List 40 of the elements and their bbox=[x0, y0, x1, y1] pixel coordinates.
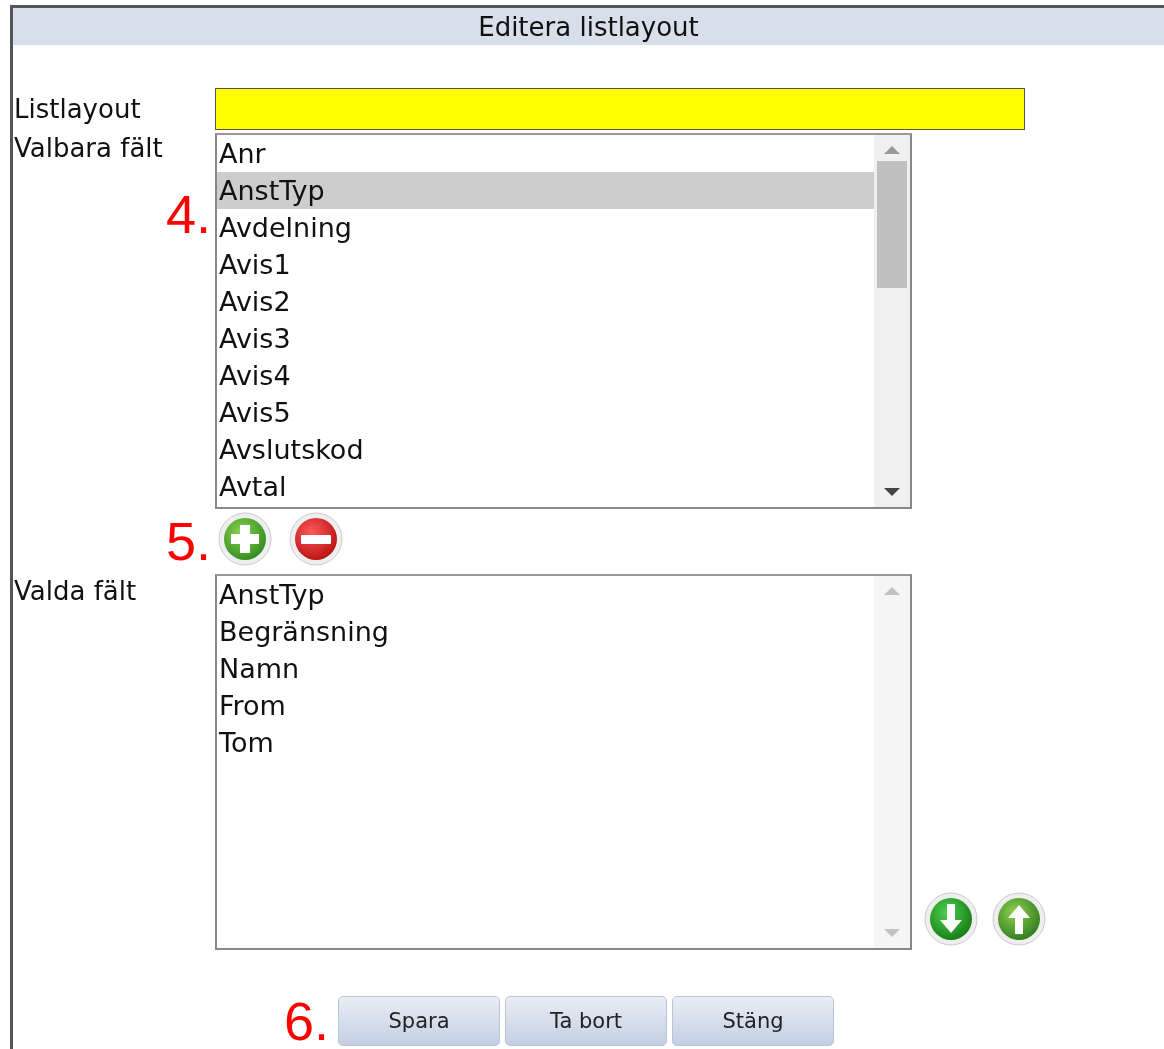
scroll-down-icon[interactable] bbox=[883, 487, 901, 497]
plus-icon bbox=[218, 512, 272, 566]
list-box[interactable]: AnstTyp Begränsning Namn From Tom bbox=[215, 574, 912, 950]
list-item[interactable]: Avis5 bbox=[217, 394, 874, 431]
list-item[interactable]: AnstTyp bbox=[217, 576, 874, 613]
arrow-down-icon bbox=[924, 892, 978, 946]
dialog-button[interactable]: Stäng bbox=[672, 996, 835, 1046]
field-label: Listlayout bbox=[14, 93, 142, 126]
list-item[interactable]: Avis3 bbox=[217, 320, 874, 357]
list-item[interactable]: Avdelning bbox=[217, 209, 874, 246]
list-item[interactable]: Anr bbox=[217, 135, 874, 172]
list-item[interactable]: Tom bbox=[217, 724, 874, 761]
list-item[interactable]: From bbox=[217, 687, 874, 724]
annotation-number: 4. bbox=[165, 186, 212, 242]
remove-button[interactable] bbox=[289, 512, 343, 566]
annotation-number: 6. bbox=[284, 993, 331, 1049]
scroll-up-icon[interactable] bbox=[883, 145, 901, 155]
list-item[interactable]: Avslutskod bbox=[217, 431, 874, 468]
window-title: Editera listlayout bbox=[13, 8, 1164, 45]
minus-icon bbox=[289, 512, 343, 566]
scroll-thumb[interactable] bbox=[877, 161, 907, 288]
list-item[interactable]: AnstTyp bbox=[217, 172, 874, 209]
list-item[interactable]: Begränsning bbox=[217, 613, 874, 650]
list-item[interactable]: Avis4 bbox=[217, 357, 874, 394]
list-item[interactable]: Avtal bbox=[217, 468, 874, 505]
list-item[interactable]: Namn bbox=[217, 650, 874, 687]
list-box[interactable]: Anr AnstTyp Avdelning Avis1 Avis2 Avis3 Avis4 Avis5 Avslutskod Avtal bbox=[215, 133, 912, 509]
list-item[interactable]: Avis2 bbox=[217, 283, 874, 320]
dialog-button[interactable]: Spara bbox=[338, 996, 501, 1046]
scrollbar[interactable] bbox=[874, 135, 910, 507]
annotation-number: 5. bbox=[165, 513, 212, 569]
input-field[interactable] bbox=[215, 88, 1025, 130]
dialog-button[interactable]: Ta bort bbox=[505, 996, 668, 1046]
add-button[interactable] bbox=[218, 512, 272, 566]
field-label: Valbara fält bbox=[14, 132, 164, 165]
move-down-button[interactable] bbox=[924, 892, 978, 946]
arrow-up-icon bbox=[992, 892, 1046, 946]
move-up-button[interactable] bbox=[992, 892, 1046, 946]
field-label: Valda fält bbox=[14, 575, 138, 608]
list-item[interactable]: Avis1 bbox=[217, 246, 874, 283]
